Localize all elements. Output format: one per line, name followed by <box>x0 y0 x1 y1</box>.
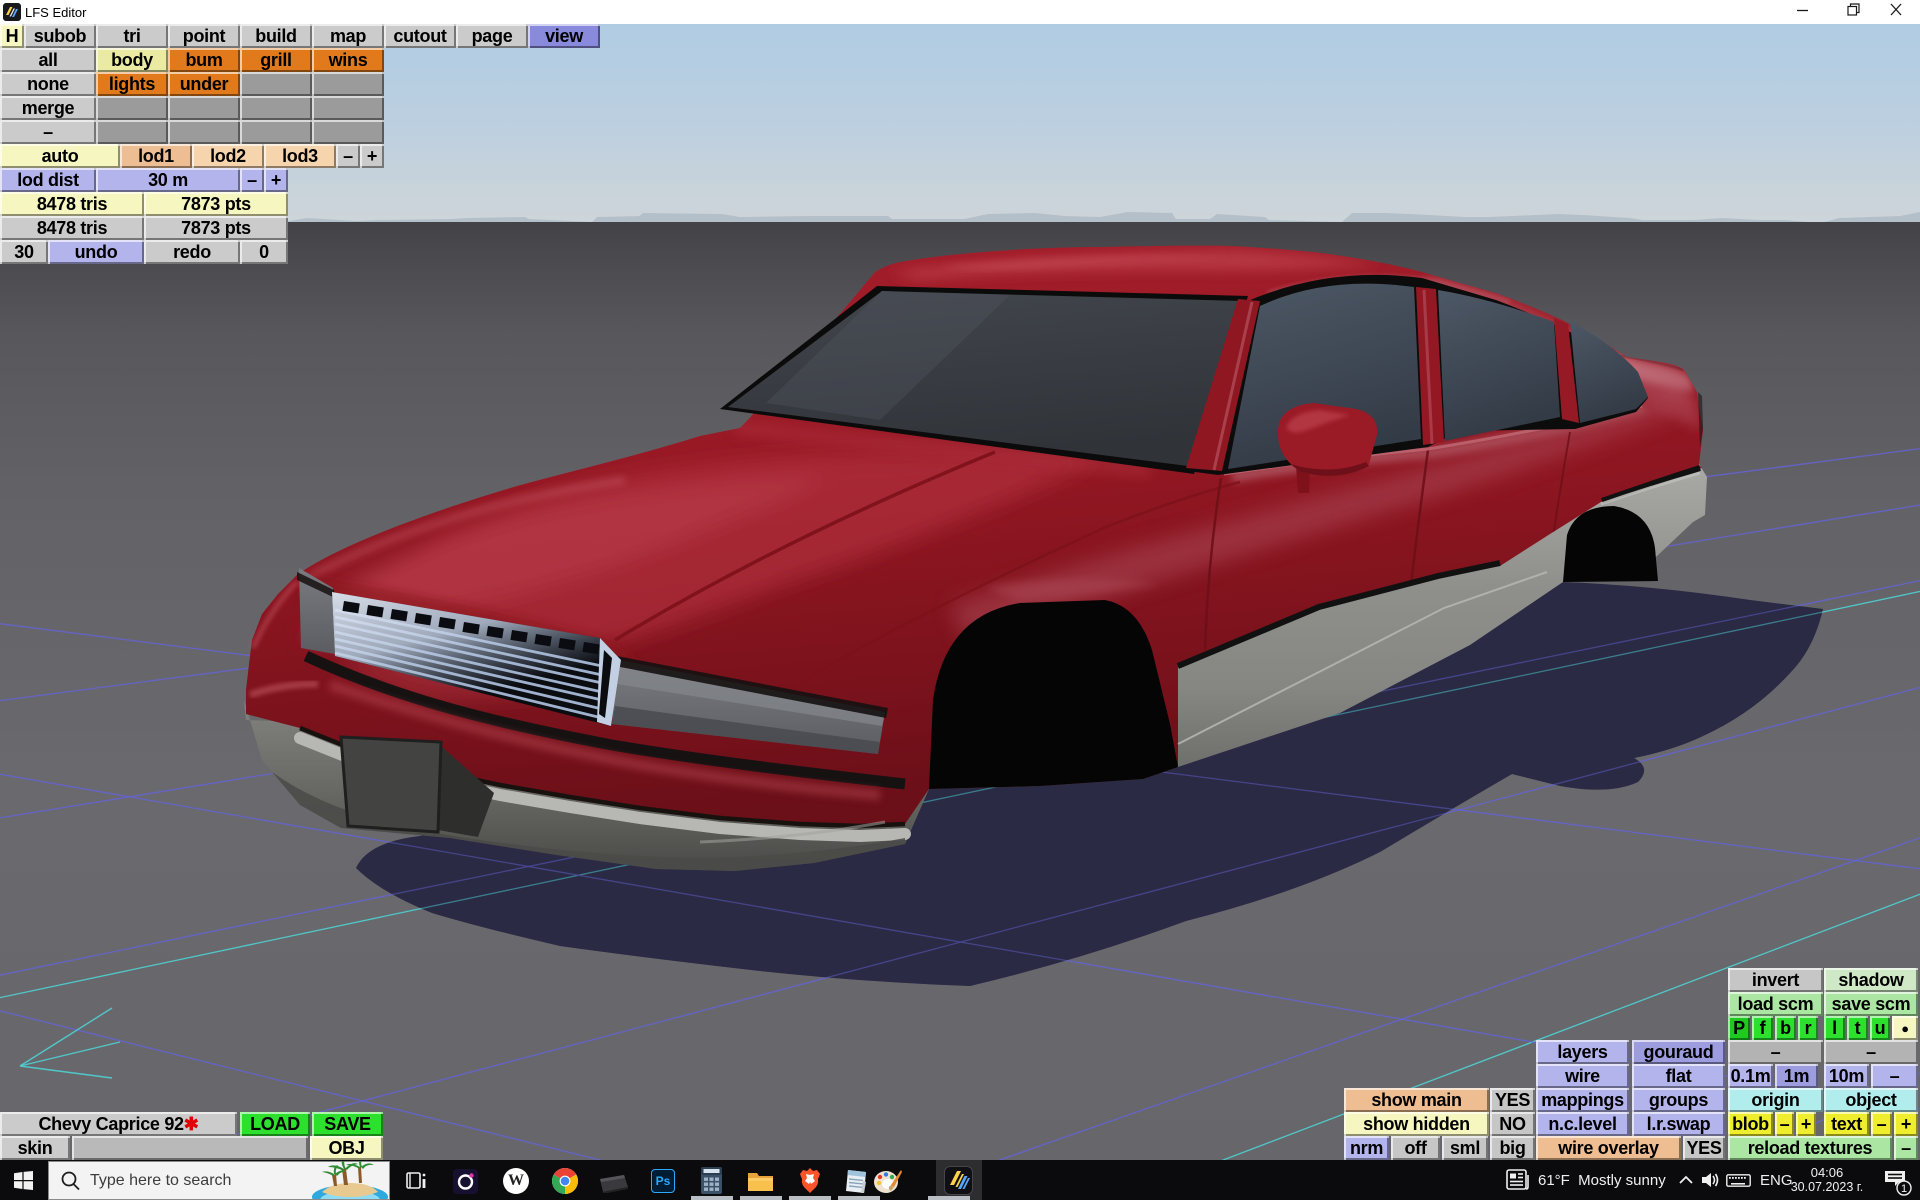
svg-text:1: 1 <box>1901 1183 1907 1195</box>
